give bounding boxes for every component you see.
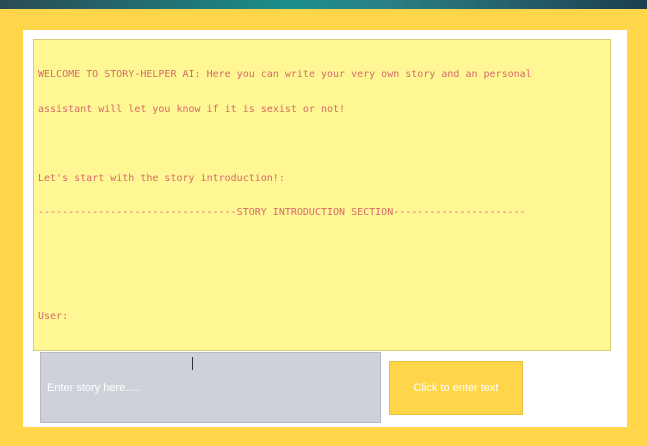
- intro-prompt: Let's start with the story introduction!…: [38, 172, 285, 184]
- text-caret: [192, 357, 193, 370]
- story-input-container: [40, 352, 381, 423]
- app-frame: WELCOME TO STORY-HELPER AI: Here you can…: [0, 9, 647, 446]
- story-log: WELCOME TO STORY-HELPER AI: Here you can…: [33, 39, 611, 351]
- story-input[interactable]: [41, 353, 380, 422]
- window-top-strip: [0, 0, 647, 9]
- section-divider: ---------------------------------STORY I…: [38, 207, 526, 218]
- welcome-message-line-1: WELCOME TO STORY-HELPER AI: Here you can…: [38, 69, 532, 80]
- enter-text-button-label: Click to enter text: [413, 382, 499, 394]
- welcome-message-line-2: assistant will let you know if it is sex…: [38, 103, 346, 115]
- enter-text-button[interactable]: Click to enter text: [389, 361, 523, 415]
- log-spacer: [38, 242, 606, 254]
- user-label: User:: [38, 310, 69, 322]
- log-spacer: [38, 138, 606, 150]
- log-spacer: [38, 276, 606, 288]
